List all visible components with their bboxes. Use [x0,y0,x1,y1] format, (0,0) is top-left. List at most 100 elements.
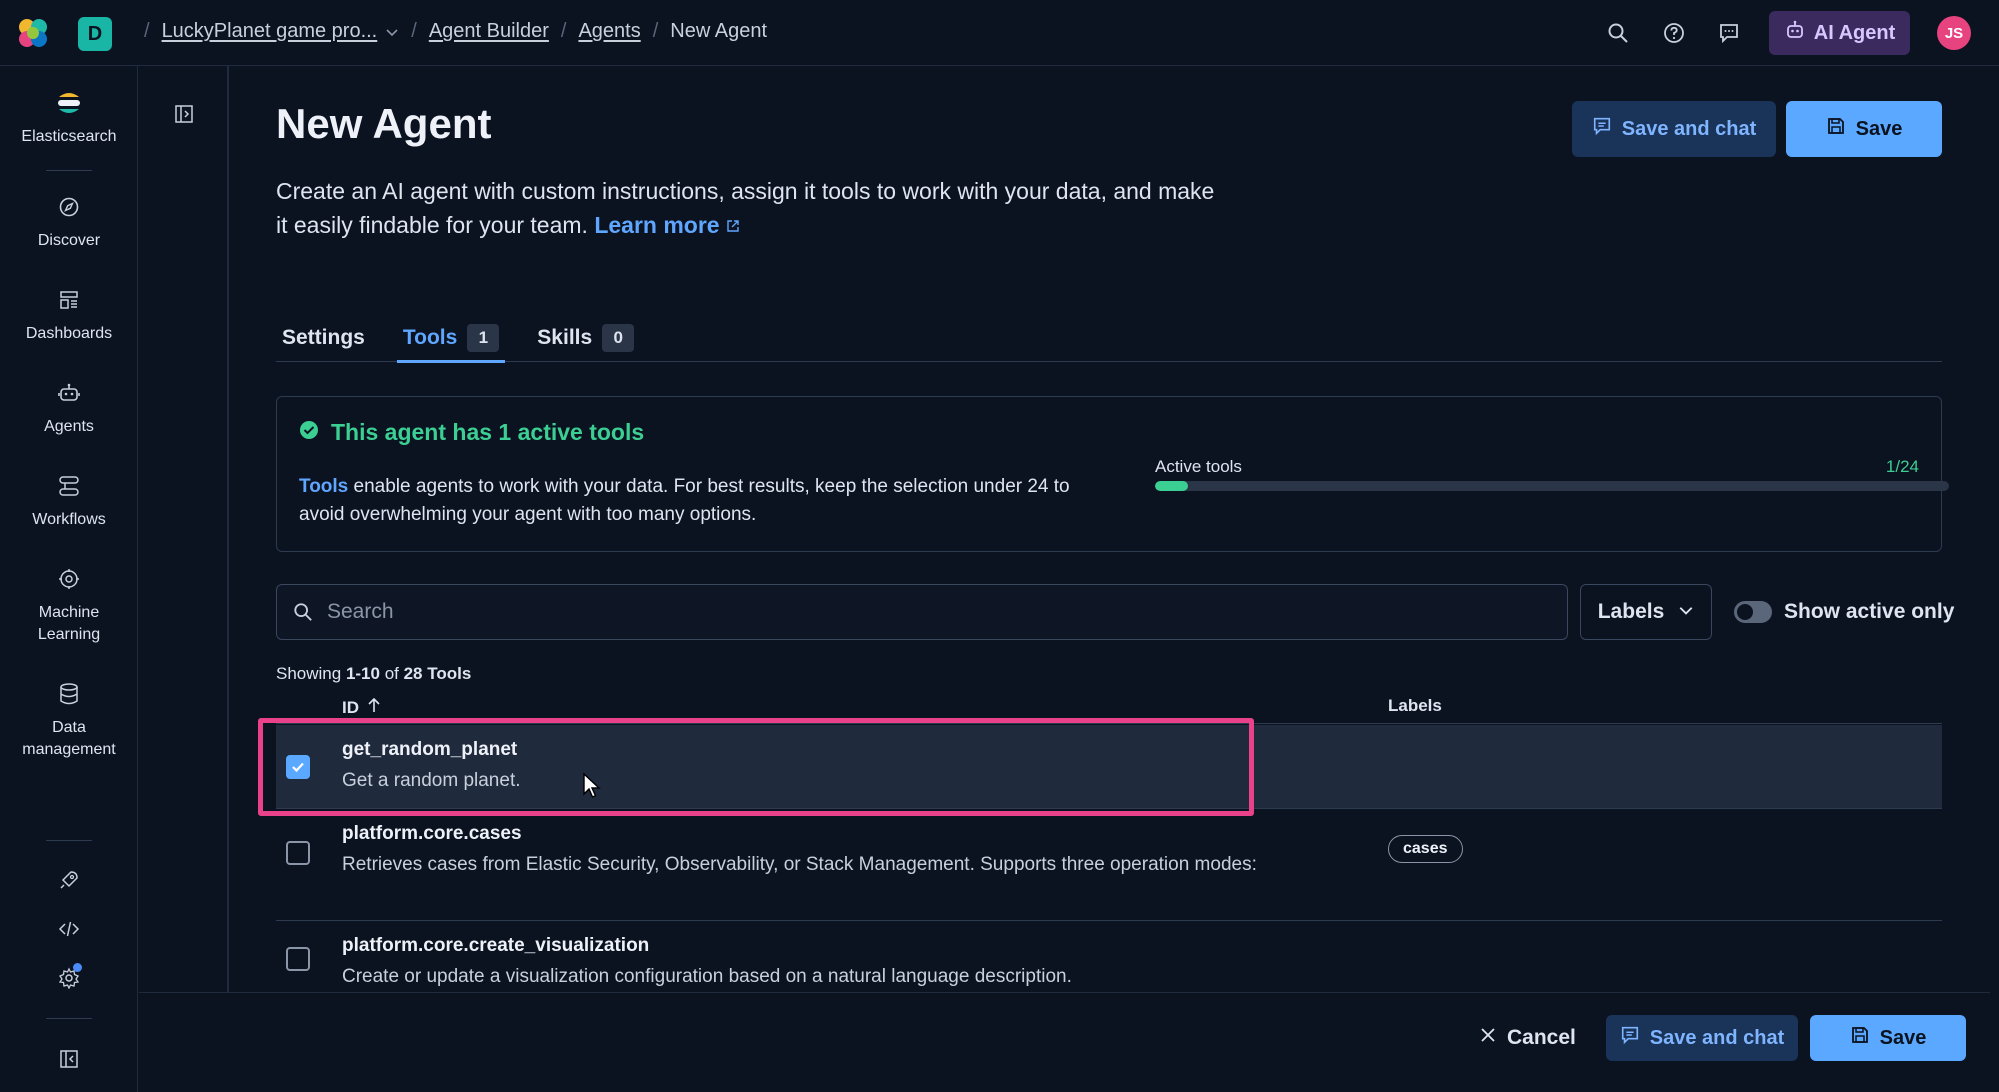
search-icon [291,600,315,624]
tab-skills[interactable]: Skills 0 [531,314,640,362]
nav-item-elasticsearch[interactable]: Elasticsearch [0,88,138,148]
save-and-chat-button[interactable]: Save and chat [1606,1015,1798,1061]
sort-ascending-icon [367,696,381,719]
progress-label: Active tools [1155,457,1242,476]
breadcrumb-separator: / [652,20,659,42]
save-and-chat-button[interactable]: Save and chat [1572,101,1776,157]
description-text: Create an AI agent with custom instructi… [276,178,1215,238]
secondary-nav-collapsed [139,66,229,992]
label-badge[interactable]: cases [1388,835,1463,863]
tab-count-badge: 0 [602,324,635,352]
search-field[interactable] [276,584,1568,640]
breadcrumb-agents[interactable]: Agents [578,20,640,43]
table-row[interactable]: platform.core.cases Retrieves cases from… [276,809,1942,921]
learn-more-link[interactable]: Learn more [594,212,740,238]
dashboard-icon [54,285,84,315]
chat-icon [1592,116,1612,142]
nav-item-machine-learning[interactable]: Machine Learning [0,564,138,646]
breadcrumb-current: New Agent [670,20,768,42]
show-active-only-toggle[interactable]: Show active only [1734,584,1954,640]
code-icon[interactable] [54,914,84,944]
top-header: D / LuckyPlanet game pro... / Agent Buil… [0,0,1999,66]
results-range: 1-10 [345,664,380,683]
main-content: New Agent Create an AI agent with custom… [230,66,1990,992]
tab-count-badge: 1 [467,324,500,352]
row-checkbox[interactable] [286,947,310,971]
nav-item-label: Data management [22,719,116,758]
tool-description: Retrieves cases from Elastic Security, O… [342,854,1257,875]
breadcrumb-separator: / [144,20,150,42]
info-text: enable agents to work with your data. Fo… [299,476,1070,525]
cancel-button[interactable]: Cancel [1479,1015,1576,1061]
robot-icon [1784,19,1806,47]
tool-description: Get a random planet. [342,770,521,791]
notification-dot [73,963,82,972]
nav-item-workflows[interactable]: Workflows [0,471,138,531]
learn-more-label: Learn more [594,212,720,238]
breadcrumb-separator: / [411,20,417,42]
space-avatar[interactable]: D [78,17,112,51]
tool-id: get_random_planet [342,739,518,760]
gear-icon[interactable] [54,963,84,993]
elastic-logo-icon[interactable] [16,16,50,50]
tab-label: Settings [282,326,365,349]
table-row[interactable]: platform.core.create_visualization Creat… [276,921,1942,992]
database-icon [54,679,84,709]
save-button[interactable]: Save [1810,1015,1966,1061]
floppy-disk-icon [1826,116,1846,142]
nav-item-agents[interactable]: Agents [0,378,138,438]
nav-item-label: Discover [37,232,101,249]
row-checkbox[interactable] [286,755,310,779]
ai-agent-button[interactable]: AI Agent [1769,11,1910,55]
labels-filter-label: Labels [1597,600,1665,623]
external-link-icon [726,212,740,238]
chevron-down-icon[interactable] [385,25,399,39]
help-icon[interactable] [1658,17,1690,49]
save-and-chat-label: Save and chat [1649,1026,1785,1049]
save-label: Save [1855,117,1903,140]
save-and-chat-label: Save and chat [1621,117,1757,140]
active-tools-title: This agent has 1 active tools [299,419,644,446]
results-total: 28 [403,664,423,683]
nav-item-data-management[interactable]: Data management [0,679,138,761]
tools-link[interactable]: Tools [299,476,348,497]
column-header-id[interactable]: ID [342,696,381,719]
chat-icon[interactable] [1713,17,1745,49]
user-avatar[interactable]: JS [1937,16,1971,50]
tabs: Settings Tools 1 Skills 0 [276,314,1942,363]
tool-description: Create or update a visualization configu… [342,966,1072,987]
elasticsearch-logo-icon [54,88,84,118]
close-icon [1479,1026,1497,1050]
active-tools-title-text: This agent has 1 active tools [331,419,645,445]
row-checkbox[interactable] [286,841,310,865]
search-icon[interactable] [1602,17,1634,49]
side-navigation: Elasticsearch Discover Dashboards Agents… [0,66,138,1092]
ai-agent-label: AI Agent [1813,21,1896,44]
labels-filter-button[interactable]: Labels [1580,584,1712,640]
results-count: Showing 1-10 of 28 Tools [276,664,471,684]
cancel-label: Cancel [1507,1026,1576,1049]
breadcrumb-separator: / [560,20,567,42]
table-header: ID Labels [276,690,1942,724]
progress-count: 1/24 [1885,457,1919,476]
breadcrumb-project[interactable]: LuckyPlanet game pro... [162,20,378,43]
search-input[interactable] [327,600,1527,624]
tab-settings[interactable]: Settings [276,314,371,362]
nav-item-label: Workflows [32,511,106,528]
nav-item-discover[interactable]: Discover [0,192,138,252]
table-row[interactable]: get_random_planet Get a random planet. [276,725,1942,809]
toggle-switch[interactable] [1734,601,1772,623]
tab-label: Tools [402,326,458,349]
tool-id: platform.core.create_visualization [342,935,650,956]
nav-divider [46,840,92,841]
expand-panel-icon[interactable] [169,99,199,129]
workflow-icon [54,471,84,501]
breadcrumb-agent-builder[interactable]: Agent Builder [429,20,549,43]
save-button[interactable]: Save [1786,101,1942,157]
rocket-icon[interactable] [54,865,84,895]
tab-tools[interactable]: Tools 1 [396,314,506,363]
nav-item-dashboards[interactable]: Dashboards [0,285,138,345]
collapse-nav-icon[interactable] [54,1044,84,1074]
robot-icon [54,378,84,408]
nav-divider [46,170,92,171]
